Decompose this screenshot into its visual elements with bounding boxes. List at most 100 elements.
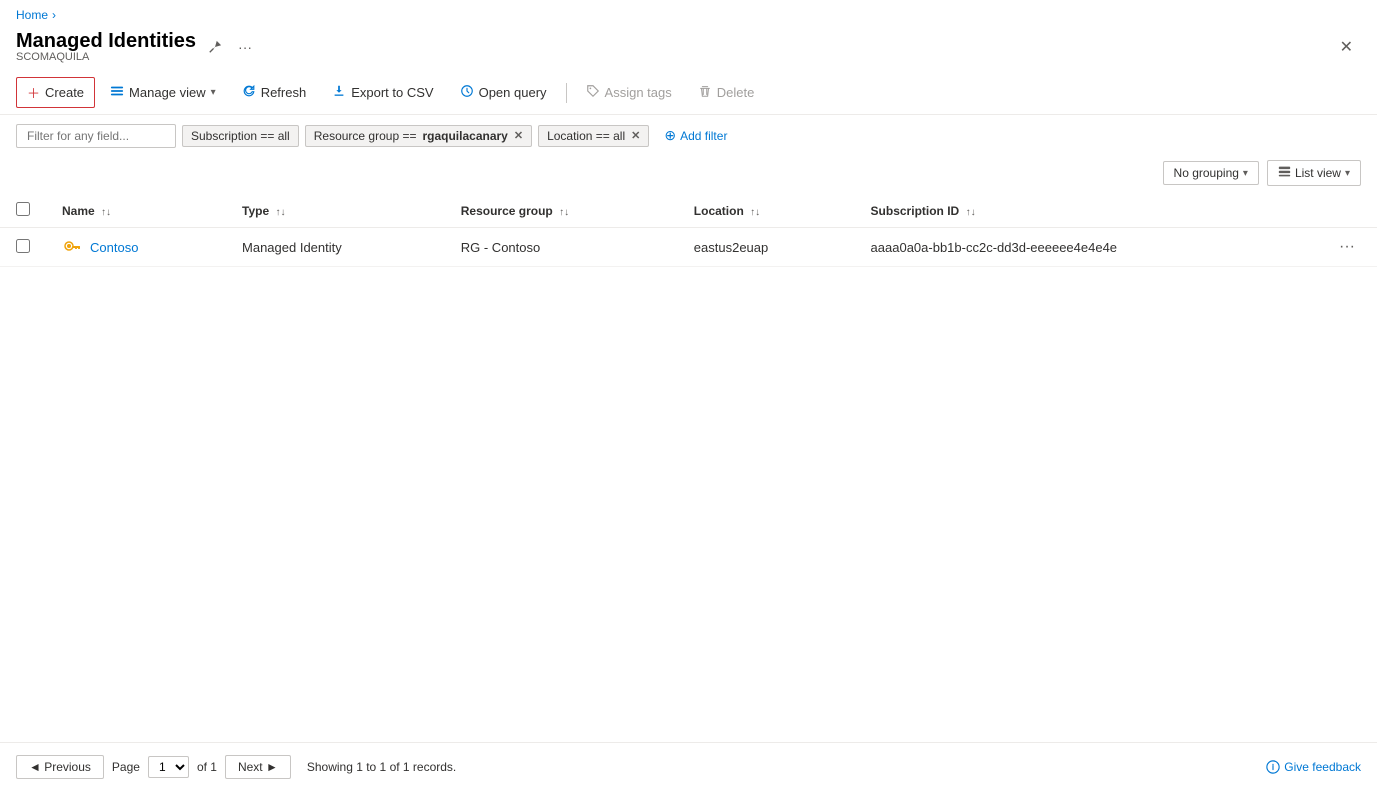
col-name-sort-icon: ↑↓ — [101, 207, 111, 218]
location-filter-label: Location == all — [547, 129, 625, 143]
table-body: Contoso Managed Identity RG - Contoso ea… — [0, 228, 1377, 267]
table-header: Name ↑↓ Type ↑↓ Resource group ↑↓ Locati… — [0, 194, 1377, 228]
col-location-sort-icon: ↑↓ — [750, 207, 760, 218]
breadcrumb-separator: › — [52, 8, 56, 22]
location-filter-tag: Location == all ✕ — [538, 125, 649, 147]
delete-label: Delete — [717, 85, 755, 100]
resource-group-filter-value: rgaquilacanary — [422, 129, 507, 143]
export-csv-label: Export to CSV — [351, 85, 433, 100]
data-table: Name ↑↓ Type ↑↓ Resource group ↑↓ Locati… — [0, 194, 1377, 267]
col-resource-group-label: Resource group — [461, 204, 553, 218]
previous-page-button[interactable]: ◄ Previous — [16, 755, 104, 779]
feedback-icon — [1266, 760, 1280, 774]
row-checkbox-cell — [0, 228, 46, 267]
subscription-filter-tag: Subscription == all — [182, 125, 299, 147]
create-label: Create — [45, 85, 84, 100]
resource-icon — [62, 237, 82, 257]
page-of-label: of 1 — [197, 760, 217, 774]
resource-group-filter-close[interactable]: ✕ — [514, 129, 523, 142]
row-resource-group: RG - Contoso — [461, 240, 540, 255]
page-subtitle: SCOMAQUILA — [16, 51, 196, 63]
grouping-dropdown[interactable]: No grouping ▾ — [1163, 161, 1259, 185]
export-csv-button[interactable]: Export to CSV — [321, 78, 444, 107]
export-csv-icon — [332, 84, 346, 101]
manage-view-button[interactable]: Manage view ▾ — [99, 78, 227, 107]
page-header: Managed Identities SCOMAQUILA ··· ✕ — [0, 26, 1377, 71]
row-resource-group-cell: RG - Contoso — [445, 228, 678, 267]
header-title-group: Managed Identities SCOMAQUILA — [16, 30, 196, 63]
filter-bar: Subscription == all Resource group == rg… — [0, 115, 1377, 156]
select-all-checkbox[interactable] — [16, 202, 30, 216]
row-subscription-id: aaaa0a0a-bb1b-cc2c-dd3d-eeeeee4e4e4e — [871, 240, 1118, 255]
row-checkbox[interactable] — [16, 239, 30, 253]
pin-button[interactable] — [204, 38, 226, 56]
create-icon: ＋ — [27, 83, 40, 102]
open-query-icon — [460, 84, 474, 101]
page-select[interactable]: 1 — [148, 756, 189, 778]
view-label: List view — [1295, 166, 1341, 180]
add-filter-icon: ⊕ — [664, 127, 676, 144]
refresh-icon — [242, 84, 256, 101]
row-name-cell: Contoso — [46, 228, 226, 267]
page-title: Managed Identities — [16, 30, 196, 52]
breadcrumb-home[interactable]: Home — [16, 8, 48, 22]
refresh-label: Refresh — [261, 85, 307, 100]
manage-view-chevron: ▾ — [211, 87, 216, 98]
col-subscription-id[interactable]: Subscription ID ↑↓ — [855, 194, 1317, 228]
col-location[interactable]: Location ↑↓ — [678, 194, 855, 228]
view-icon — [1278, 165, 1291, 181]
row-actions-cell: ··· — [1317, 228, 1377, 267]
col-name-label: Name — [62, 204, 95, 218]
grouping-chevron-icon: ▾ — [1243, 168, 1248, 179]
view-dropdown[interactable]: List view ▾ — [1267, 160, 1361, 186]
breadcrumb: Home › — [0, 0, 1377, 26]
col-type[interactable]: Type ↑↓ — [226, 194, 445, 228]
subscription-filter-label: Subscription == all — [191, 129, 290, 143]
open-query-label: Open query — [479, 85, 547, 100]
next-page-button[interactable]: Next ► — [225, 755, 291, 779]
col-actions — [1317, 194, 1377, 228]
row-more-button[interactable]: ··· — [1333, 236, 1361, 258]
more-options-icon: ··· — [238, 39, 252, 55]
open-query-button[interactable]: Open query — [449, 78, 558, 107]
manage-view-label: Manage view — [129, 85, 206, 100]
table-controls: No grouping ▾ List view ▾ — [0, 156, 1377, 190]
col-location-label: Location — [694, 204, 744, 218]
feedback-label: Give feedback — [1284, 760, 1361, 774]
add-filter-button[interactable]: ⊕ Add filter — [655, 123, 736, 148]
row-name-link[interactable]: Contoso — [90, 240, 138, 255]
assign-tags-icon — [586, 84, 600, 101]
close-button[interactable]: ✕ — [1332, 33, 1361, 61]
manage-view-icon — [110, 84, 124, 101]
col-resource-group-sort-icon: ↑↓ — [559, 207, 569, 218]
page-label: Page — [112, 760, 140, 774]
col-resource-group[interactable]: Resource group ↑↓ — [445, 194, 678, 228]
pagination: ◄ Previous Page 1 of 1 Next ► Showing 1 … — [0, 742, 1377, 791]
delete-icon — [698, 84, 712, 101]
refresh-button[interactable]: Refresh — [231, 78, 318, 107]
page-info: Showing 1 to 1 of 1 records. — [307, 760, 456, 774]
select-all-header — [0, 194, 46, 228]
delete-button[interactable]: Delete — [687, 78, 766, 107]
row-subscription-id-cell: aaaa0a0a-bb1b-cc2c-dd3d-eeeeee4e4e4e — [855, 228, 1317, 267]
resource-group-filter-label: Resource group == — [314, 129, 417, 143]
location-filter-close[interactable]: ✕ — [631, 129, 640, 142]
col-type-label: Type — [242, 204, 269, 218]
grouping-label: No grouping — [1174, 166, 1239, 180]
more-options-button[interactable]: ··· — [234, 37, 256, 57]
assign-tags-button[interactable]: Assign tags — [575, 78, 683, 107]
col-name[interactable]: Name ↑↓ — [46, 194, 226, 228]
add-filter-label: Add filter — [680, 129, 727, 143]
col-subscription-id-label: Subscription ID — [871, 204, 960, 218]
table-row: Contoso Managed Identity RG - Contoso ea… — [0, 228, 1377, 267]
row-type: Managed Identity — [242, 240, 342, 255]
col-subscription-id-sort-icon: ↑↓ — [966, 207, 976, 218]
create-button[interactable]: ＋ Create — [16, 77, 95, 108]
view-chevron-icon: ▾ — [1345, 168, 1350, 179]
col-type-sort-icon: ↑↓ — [275, 207, 285, 218]
row-type-cell: Managed Identity — [226, 228, 445, 267]
pin-icon — [208, 40, 222, 54]
assign-tags-label: Assign tags — [605, 85, 672, 100]
filter-input[interactable] — [16, 124, 176, 148]
feedback-link[interactable]: Give feedback — [1266, 760, 1361, 774]
